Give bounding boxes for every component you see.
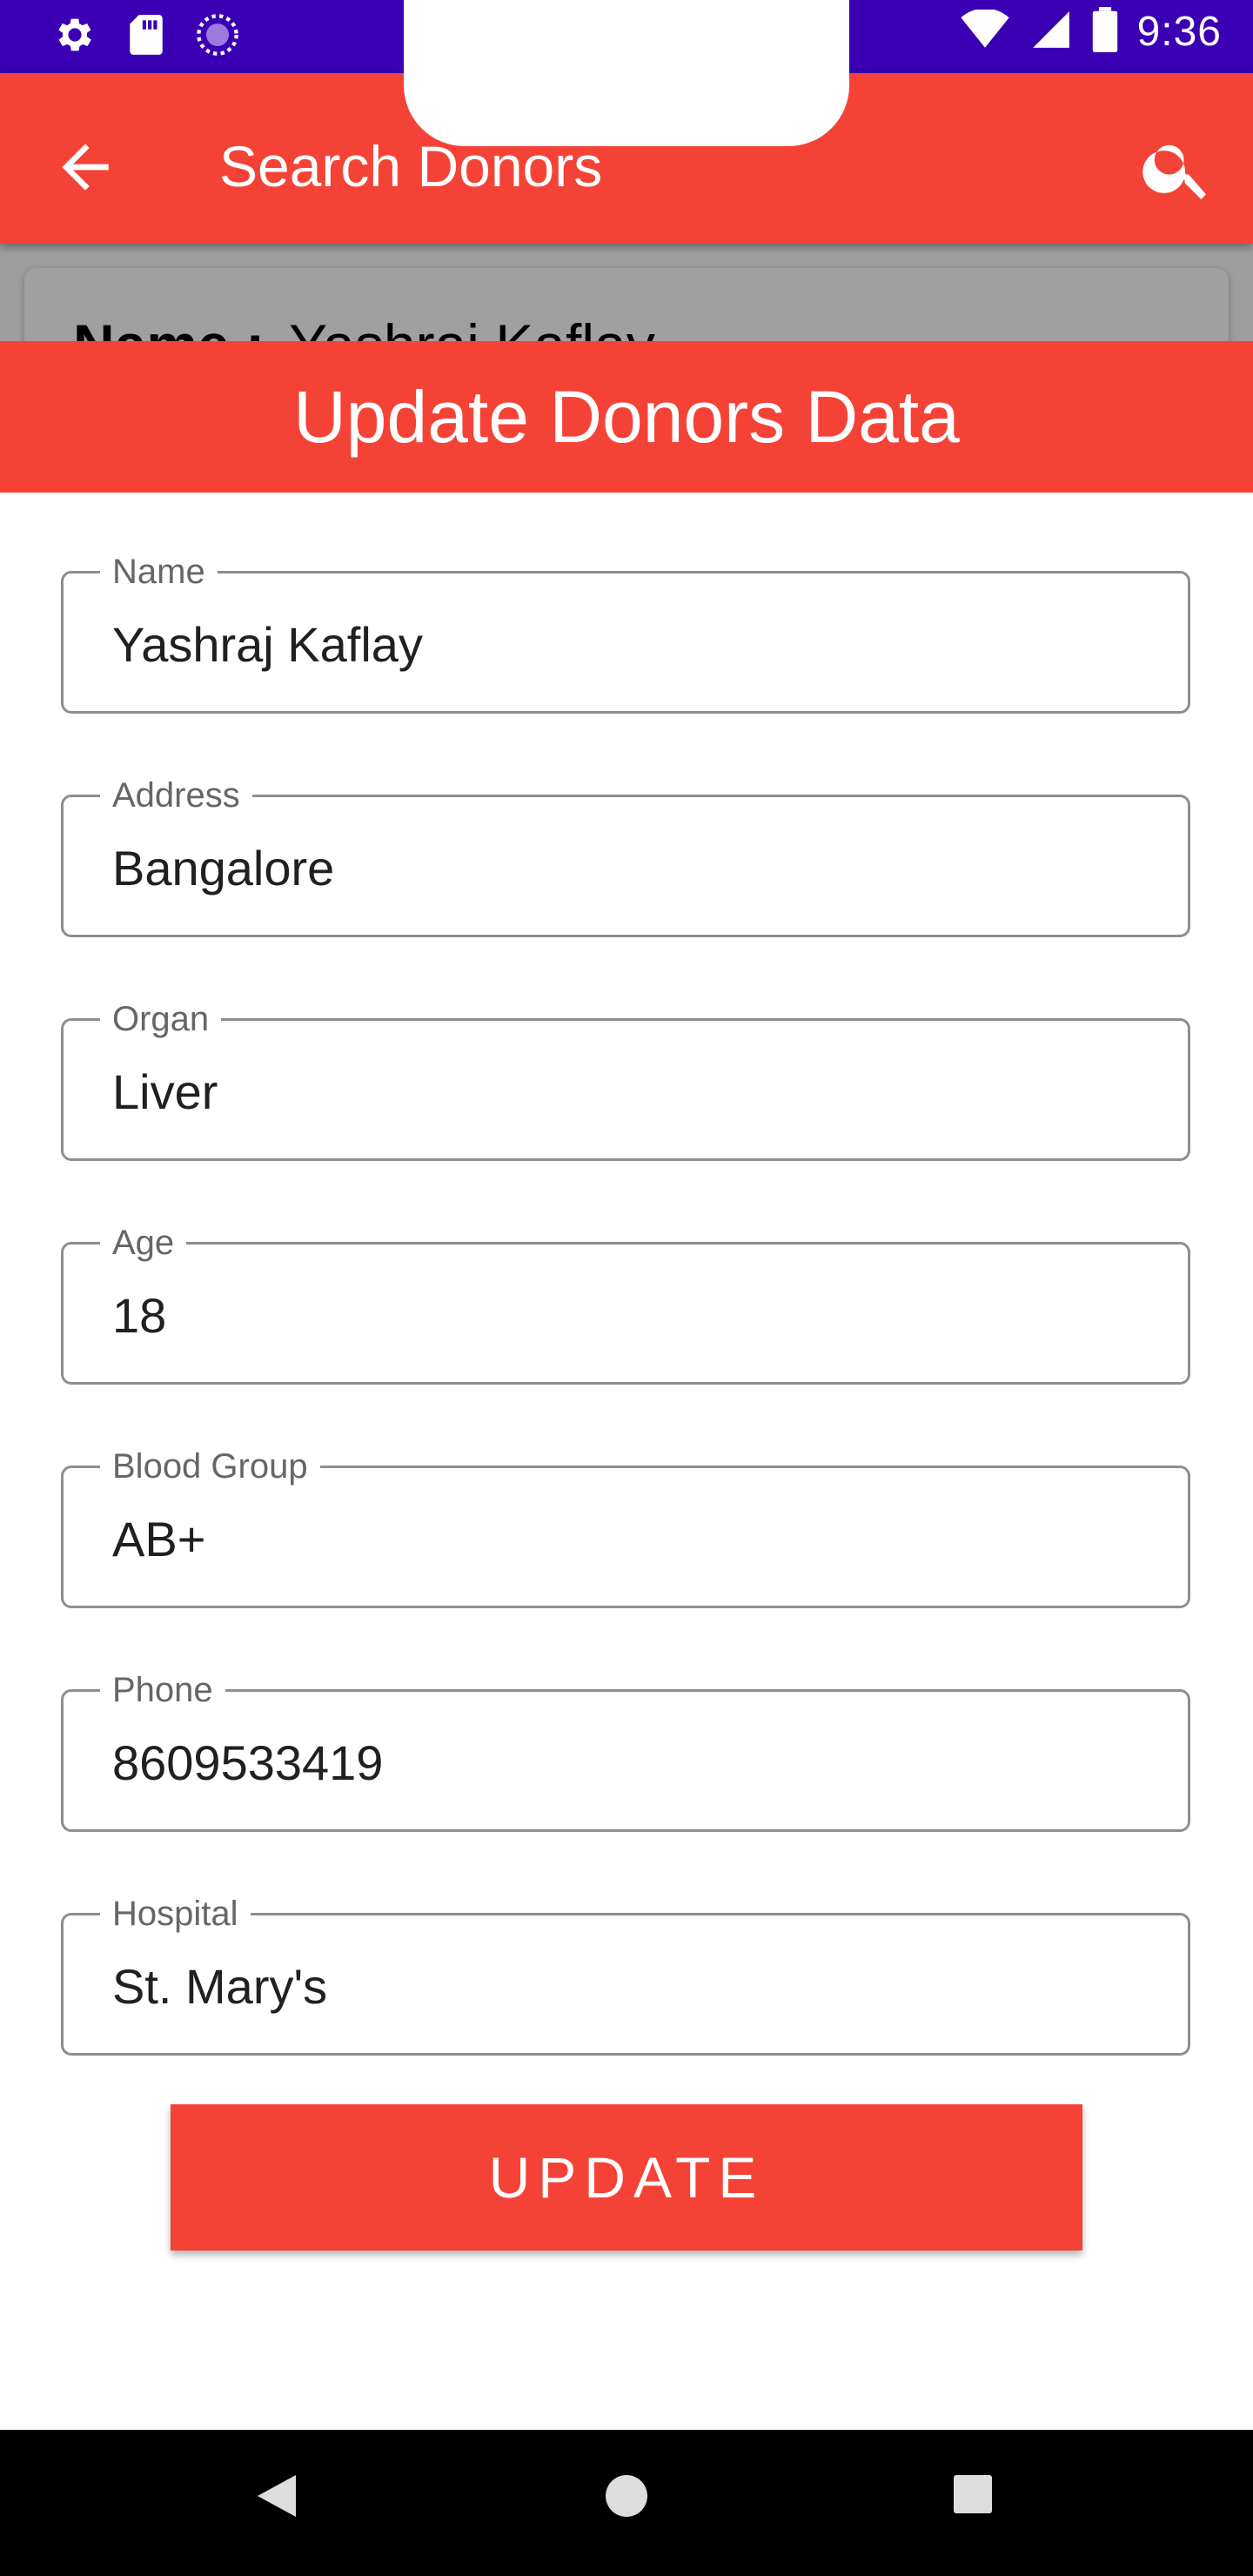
phone-field[interactable]: Phone — [61, 1669, 1190, 1832]
update-button[interactable]: UPDATE — [171, 2104, 1082, 2251]
age-field[interactable]: Age — [61, 1222, 1190, 1385]
system-nav-bar — [0, 2430, 1253, 2576]
blood-group-field[interactable]: Blood Group — [61, 1446, 1190, 1608]
name-field[interactable]: Name — [61, 551, 1190, 714]
wifi-icon — [960, 8, 1010, 54]
hospital-field[interactable]: Hospital — [61, 1893, 1190, 2056]
age-input[interactable] — [112, 1288, 1153, 1344]
back-button[interactable] — [50, 132, 120, 202]
search-button[interactable] — [1138, 129, 1216, 207]
phone-field-label: Phone — [100, 1669, 225, 1711]
nav-back-icon[interactable] — [258, 2475, 296, 2521]
donor-name-label: Name : — [73, 312, 265, 341]
phone-input[interactable] — [112, 1735, 1153, 1791]
donor-card: Name : Yashraj Kaflay — [24, 268, 1229, 341]
nav-home-icon[interactable] — [606, 2475, 647, 2517]
nav-recents-icon[interactable] — [954, 2475, 992, 2513]
address-field-label: Address — [100, 775, 252, 816]
sd-card-icon — [127, 13, 165, 61]
dialog-title: Update Donors Data — [293, 375, 960, 458]
organ-input[interactable] — [112, 1064, 1153, 1120]
display-notch — [404, 0, 849, 146]
age-field-label: Age — [100, 1222, 187, 1264]
dimmed-background: Name : Yashraj Kaflay — [0, 244, 1253, 341]
name-input[interactable] — [112, 617, 1153, 673]
donor-name-value: Yashraj Kaflay — [289, 312, 655, 341]
name-field-label: Name — [100, 551, 218, 593]
organ-field[interactable]: Organ — [61, 998, 1190, 1161]
sync-circle-icon — [195, 12, 240, 62]
organ-field-label: Organ — [100, 998, 222, 1040]
address-input[interactable] — [112, 841, 1153, 896]
search-icon — [1142, 144, 1206, 199]
blood-group-input[interactable] — [112, 1512, 1153, 1567]
hospital-input[interactable] — [112, 1959, 1153, 2015]
settings-icon — [52, 12, 97, 62]
blood-group-field-label: Blood Group — [100, 1446, 320, 1487]
battery-icon — [1092, 7, 1118, 57]
cell-signal-icon — [1029, 8, 1073, 56]
status-clock: 9:36 — [1136, 9, 1222, 55]
dialog-header: Update Donors Data — [0, 341, 1253, 493]
arrow-back-icon — [62, 144, 109, 191]
hospital-field-label: Hospital — [100, 1893, 251, 1935]
address-field[interactable]: Address — [61, 775, 1190, 937]
